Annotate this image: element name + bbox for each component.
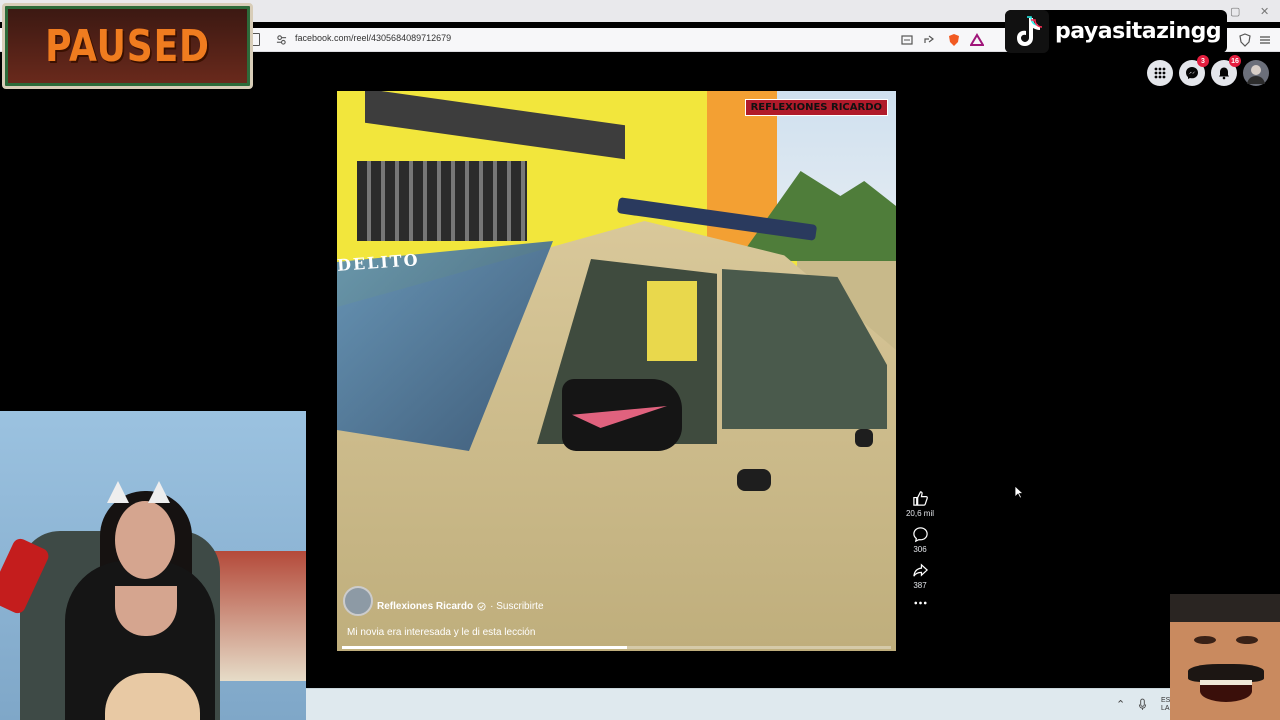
thumbs-up-icon [912,491,928,506]
messenger-icon [1186,67,1198,79]
reel-caption: Mi novia era interesada y le di esta lec… [347,627,536,638]
reel-video[interactable]: DELITO REFLEXIONES RICARDO Reflexiones R… [337,91,896,651]
reel-actions: 20,6 mil 306 387 [900,490,940,616]
comment-button[interactable]: 306 [900,526,940,554]
share-icon[interactable] [922,33,936,47]
profile-avatar[interactable] [1243,60,1269,86]
mouse-cursor-icon [1014,485,1024,499]
reader-view-icon[interactable] [900,33,914,47]
webcam-overlay [0,411,306,720]
author-name[interactable]: Reflexiones Ricardo [377,601,473,612]
screen: — ▢ ✕ facebook.com/reel/4305684089712679 [0,0,1280,720]
url-text[interactable]: facebook.com/reel/4305684089712679 [295,33,451,43]
video-watermark: REFLEXIONES RICARDO [744,99,888,116]
taskbar: ⌃ ES LA [306,688,1280,720]
chevron-up-icon[interactable]: ⌃ [1116,698,1125,711]
menu-grid-button[interactable] [1147,60,1173,86]
notifications-button[interactable]: 16 [1211,55,1241,86]
microphone-icon[interactable] [1138,698,1147,711]
maximize-icon[interactable]: ▢ [1230,5,1240,18]
video-progress-fill [342,646,628,649]
share-count: 387 [913,581,927,590]
meme-face-overlay [1170,594,1280,720]
notifications-badge: 16 [1229,55,1241,67]
comment-icon [912,527,928,543]
video-progress-bar[interactable] [342,646,891,649]
language-indicator[interactable]: ES LA [1161,697,1170,713]
paused-overlay: PAUSED [2,3,253,89]
vpn-shield-icon[interactable] [1238,33,1252,47]
tiktok-handle-overlay: payasitazingg [1005,10,1227,53]
tiktok-logo-icon [1005,10,1049,53]
close-window-icon[interactable]: ✕ [1260,5,1269,18]
tiktok-username: payasitazingg [1055,19,1222,44]
rewards-icon[interactable] [970,33,984,47]
more-dots-icon [913,601,927,605]
brave-shield-icon[interactable] [947,33,961,47]
streamer-face [115,501,175,579]
menu-icon[interactable] [1258,33,1272,47]
comment-count: 306 [913,545,927,554]
share-arrow-icon [912,563,928,577]
share-button[interactable]: 387 [900,562,940,590]
site-settings-icon[interactable] [276,34,287,45]
author-row: Reflexiones Ricardo · Suscribirte [377,601,544,612]
messenger-badge: 3 [1197,55,1209,67]
more-options-button[interactable] [900,598,940,608]
verified-icon [477,602,486,611]
like-button[interactable]: 20,6 mil [900,490,940,518]
author-avatar[interactable] [343,586,373,616]
subscribe-link[interactable]: · Suscribirte [490,601,543,612]
like-count: 20,6 mil [905,509,934,518]
paused-text: PAUSED [45,20,210,72]
messenger-button[interactable]: 3 [1179,55,1209,86]
cat-ear-left [107,481,129,503]
grid-icon [1154,67,1166,79]
avatar-icon [1247,65,1265,84]
bell-icon [1219,67,1229,80]
